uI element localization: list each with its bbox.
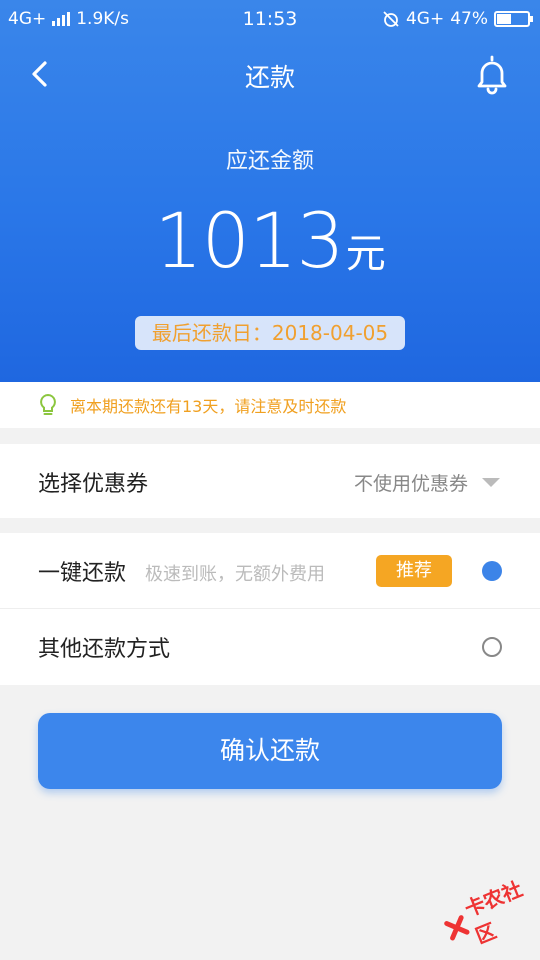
recommended-badge: 推荐 bbox=[376, 555, 452, 587]
network-type-right: 4G+ bbox=[405, 9, 445, 29]
battery-icon bbox=[494, 11, 533, 27]
radio-selected-icon[interactable] bbox=[482, 561, 502, 581]
confirm-repayment-button[interactable]: 确认还款 bbox=[38, 713, 502, 789]
bell-icon[interactable] bbox=[472, 52, 512, 96]
lightbulb-icon bbox=[40, 393, 56, 415]
caret-down-icon bbox=[482, 478, 500, 487]
coupon-value: 不使用优惠券 bbox=[353, 473, 468, 495]
amount-label: 应还金额 bbox=[225, 149, 314, 174]
battery-percent: 47% bbox=[450, 9, 488, 29]
reminder-text: 离本期还款还有13天，请注意及时还款 bbox=[70, 397, 347, 416]
coupon-label: 选择优惠券 bbox=[38, 472, 149, 497]
amount-unit: 元 bbox=[345, 231, 386, 277]
reminder-notice: 离本期还款还有13天，请注意及时还款 bbox=[0, 382, 540, 428]
payment-method-label: 一键还款 bbox=[38, 561, 127, 586]
chevron-left-icon[interactable] bbox=[22, 54, 62, 94]
due-date-badge: 最后还款日：2018-04-05 bbox=[135, 316, 405, 350]
payment-method-onekey[interactable]: 一键还款 极速到账，无额外费用 推荐 bbox=[0, 533, 540, 609]
payment-method-subtitle: 极速到账，无额外费用 bbox=[145, 564, 325, 585]
watermark: 卡农社区 bbox=[436, 866, 540, 959]
coupon-selector[interactable]: 选择优惠券 不使用优惠券 bbox=[0, 444, 540, 518]
alarm-off-icon bbox=[383, 11, 399, 27]
page-title: 还款 bbox=[244, 63, 295, 92]
amount-display: 1013元 bbox=[0, 196, 540, 285]
watermark-text: 卡农社区 bbox=[461, 876, 526, 949]
watermark-logo-icon bbox=[444, 915, 470, 941]
payment-method-other[interactable]: 其他还款方式 bbox=[0, 609, 540, 685]
status-bar: 4G+ 1.9K/s 11:53 4G+ 47% bbox=[0, 0, 540, 36]
header-panel: 4G+ 1.9K/s 11:53 4G+ 47% 还款 应还金额 1013元 最… bbox=[0, 0, 540, 382]
amount-value: 1013 bbox=[154, 196, 344, 285]
payment-method-label: 其他还款方式 bbox=[38, 637, 171, 662]
radio-unselected-icon[interactable] bbox=[482, 637, 502, 657]
